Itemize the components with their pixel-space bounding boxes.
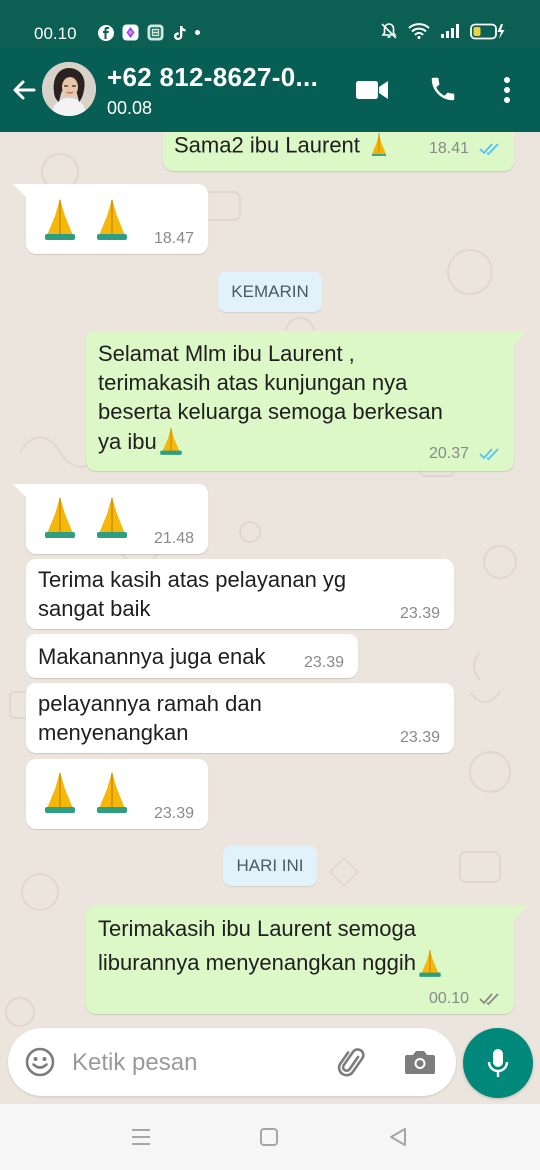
avatar[interactable] [42, 62, 96, 116]
status-notifications [98, 24, 200, 41]
message-text: Makanannya juga enak [38, 644, 266, 669]
status-bar: 00.10 [0, 0, 540, 48]
message-text-line: beserta keluarga semoga berkesan [98, 399, 443, 424]
pray-emoji [366, 132, 392, 163]
system-navigation-bar [0, 1104, 540, 1170]
message-time: 20.37 [429, 445, 470, 462]
pray-emoji [97, 497, 127, 538]
pray-emoji-group [40, 196, 132, 242]
camera-icon[interactable] [404, 1048, 436, 1076]
phone-call-icon[interactable] [428, 74, 458, 104]
message-composer[interactable]: Ketik pesan [8, 1028, 456, 1096]
delivered-ticks-icon [479, 993, 499, 1006]
date-separator: HARI INI [223, 846, 317, 886]
message-time: 23.39 [400, 729, 441, 746]
battery-icon [470, 23, 505, 39]
read-ticks-icon [479, 448, 499, 461]
back-arrow-icon[interactable] [10, 76, 38, 104]
status-system-icons [380, 22, 506, 40]
incoming-message[interactable]: 21.48 [13, 484, 208, 554]
message-text: Sama2 ibu Laurent [174, 132, 360, 158]
green-app-icon [147, 24, 164, 41]
message-time: 23.39 [400, 605, 441, 622]
facebook-icon [98, 24, 114, 41]
pray-emoji [419, 950, 441, 977]
pray-emoji [97, 199, 127, 240]
outgoing-message[interactable]: Terimakasih ibu Laurent semoga liburanny… [86, 906, 527, 1014]
pray-emoji [97, 772, 127, 813]
message-text-line: liburannya menyenangkan nggih [98, 950, 417, 975]
mic-icon [487, 1049, 509, 1077]
message-text-line: ya ibu [98, 428, 157, 454]
recents-icon[interactable] [130, 1128, 152, 1146]
message-time: 21.48 [154, 530, 195, 547]
incoming-message[interactable]: 18.47 [13, 184, 208, 254]
message-time: 00.10 [429, 990, 470, 1007]
message-text-line: Terima kasih atas pelayanan yg [38, 567, 347, 592]
message-time: 18.47 [154, 230, 195, 247]
video-call-icon[interactable] [355, 78, 389, 102]
incoming-message[interactable]: 23.39 [26, 759, 208, 829]
pray-emoji-group [40, 769, 132, 815]
contact-last-seen: 00.08 [107, 98, 153, 118]
dot-icon [195, 30, 200, 35]
pray-emoji [45, 772, 75, 813]
mic-button[interactable] [463, 1028, 533, 1098]
wifi-icon [408, 23, 430, 39]
gallery-app-icon [122, 24, 139, 41]
message-time: 23.39 [304, 654, 345, 671]
status-time: 00.10 [34, 24, 77, 43]
outgoing-message[interactable]: Selamat Mlm ibu Laurent , terimakasih at… [86, 331, 527, 471]
message-text-line: pelayannya ramah dan [38, 691, 262, 716]
pray-emoji [160, 428, 182, 455]
message-time: 18.41 [429, 140, 470, 157]
message-time: 23.39 [154, 805, 195, 822]
pray-emoji [45, 199, 75, 240]
mute-icon [381, 23, 397, 39]
pray-emoji [45, 497, 75, 538]
incoming-message[interactable]: pelayannya ramah dan menyenangkan 23.39 [26, 683, 454, 753]
pray-emoji-group [40, 494, 132, 540]
message-text-line: sangat baik [38, 596, 151, 621]
read-ticks-icon [479, 143, 499, 156]
home-icon[interactable] [259, 1127, 279, 1147]
emoji-icon[interactable] [24, 1046, 56, 1078]
message-text-line: menyenangkan [38, 720, 189, 745]
date-separator: KEMARIN [218, 272, 322, 312]
contact-name[interactable]: +62 812-8627-0... [107, 62, 318, 93]
tiktok-icon [174, 25, 186, 40]
signal-icon [441, 24, 459, 38]
message-text-line: terimakasih atas kunjungan nya [98, 370, 408, 395]
message-input[interactable]: Ketik pesan [72, 1049, 197, 1077]
incoming-message[interactable]: Makanannya juga enak 23.39 [26, 634, 358, 678]
message-text-line: Selamat Mlm ibu Laurent , [98, 341, 355, 366]
message-text-line: Terimakasih ibu Laurent semoga [98, 916, 416, 941]
incoming-message[interactable]: Terima kasih atas pelayanan yg sangat ba… [26, 559, 454, 629]
outgoing-message[interactable]: Sama2 ibu Laurent 18.41 [163, 132, 514, 171]
more-options-icon[interactable] [500, 76, 514, 104]
attach-icon[interactable] [336, 1046, 370, 1080]
back-icon[interactable] [387, 1126, 409, 1148]
avatar-image [42, 62, 96, 116]
chat-area[interactable]: Sama2 ibu Laurent 18.41 18.47 KEMARIN Se… [0, 132, 540, 1102]
chat-header: +62 812-8627-0... 00.08 [0, 48, 540, 132]
